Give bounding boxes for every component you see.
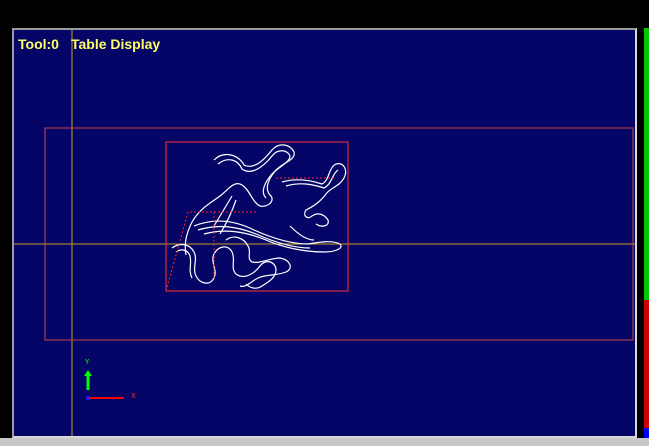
status-edge-green [644,28,649,300]
tool-path-drawing [171,144,347,289]
display-name: Table Display [70,36,161,52]
title-bar: Tool:0 Table Display [18,36,160,52]
bottom-strip [0,438,649,446]
status-edge-red [644,300,649,428]
x-axis-label: X [131,392,136,400]
y-axis-label: Y [85,358,90,366]
drawing-canvas [14,30,635,436]
y-axis-arrowhead [84,370,92,376]
axis-indicator [84,370,124,400]
table-boundary [44,127,634,341]
table-display-viewport[interactable]: Tool:0 Table Display Y X [12,28,637,438]
tool-label: Tool:0 [18,36,59,52]
